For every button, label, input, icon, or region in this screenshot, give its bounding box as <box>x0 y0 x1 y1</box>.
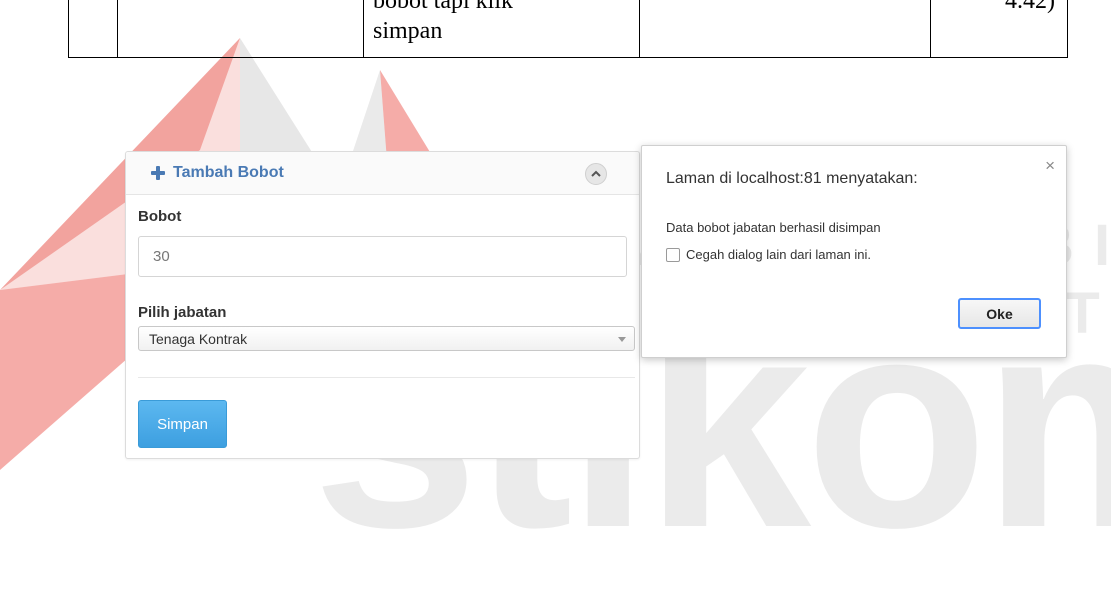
divider <box>138 377 635 378</box>
jabatan-label: Pilih jabatan <box>138 304 227 321</box>
dropdown-arrow-icon <box>618 337 626 342</box>
table-cell-2 <box>117 0 364 58</box>
jabatan-selected-value: Tenaga Kontrak <box>149 331 248 347</box>
document-table: bobot tapi klik simpan 4.42) <box>68 0 1068 58</box>
panel-title: Tambah Bobot <box>173 164 284 181</box>
dialog-message: Data bobot jabatan berhasil disimpan <box>666 220 881 235</box>
table-cell-1 <box>68 0 118 58</box>
bobot-label: Bobot <box>138 208 182 225</box>
dialog-title: Laman di localhost:81 menyatakan: <box>666 170 918 187</box>
table-cell-3-line-1: bobot tapi klik <box>373 0 513 14</box>
suppress-checkbox[interactable] <box>666 248 680 262</box>
table-row: bobot tapi klik simpan 4.42) <box>68 0 1068 58</box>
bobot-input[interactable] <box>138 236 627 277</box>
alert-dialog: × Laman di localhost:81 menyatakan: Data… <box>641 145 1067 358</box>
table-cell-4 <box>639 0 931 58</box>
chevron-up-icon <box>591 170 601 177</box>
collapse-button[interactable] <box>585 163 607 185</box>
tambah-bobot-panel: Tambah Bobot Bobot Pilih jabatan Tenaga … <box>125 151 640 459</box>
table-cell-5-text: 4.42) <box>1005 0 1055 14</box>
plus-icon <box>150 165 166 181</box>
oke-button[interactable]: Oke <box>958 298 1041 329</box>
simpan-button[interactable]: Simpan <box>138 400 227 448</box>
close-icon[interactable]: × <box>1045 157 1055 174</box>
table-cell-3-line-2: simpan <box>373 18 443 44</box>
suppress-label: Cegah dialog lain dari laman ini. <box>686 247 872 262</box>
panel-header: Tambah Bobot <box>126 152 639 195</box>
table-cell-5: 4.42) <box>930 0 1068 58</box>
table-cell-3: bobot tapi klik simpan <box>363 0 640 58</box>
jabatan-select[interactable]: Tenaga Kontrak <box>138 326 635 351</box>
